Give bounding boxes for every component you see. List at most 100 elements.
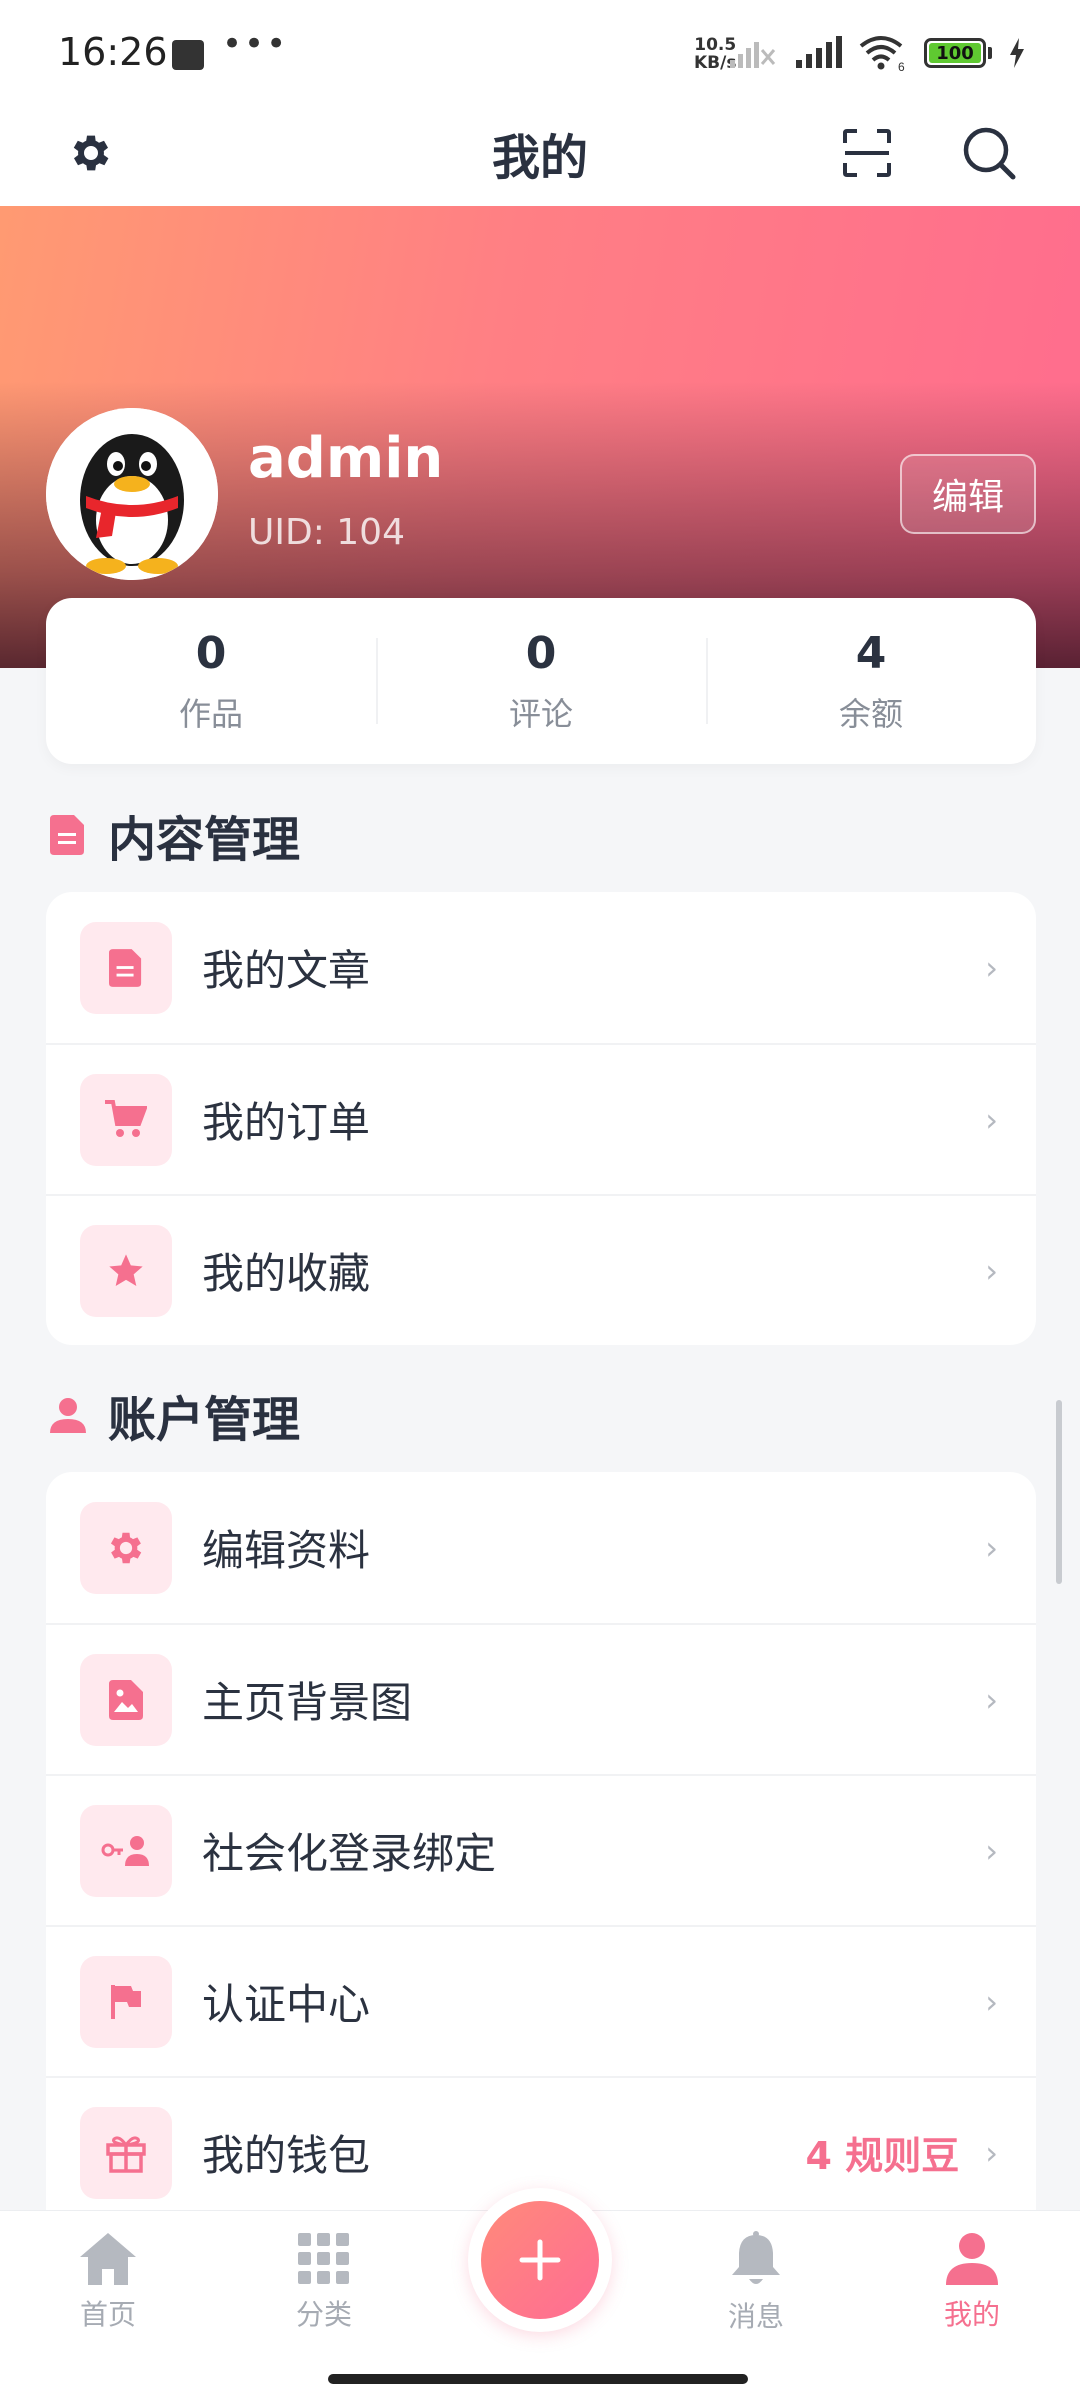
stat-value: 0 [195, 627, 227, 679]
menu-item-label: 我的钱包 [202, 2131, 371, 2180]
row-icon-box [80, 1804, 172, 1897]
battery-indicator: 100 [924, 38, 992, 68]
section-account-management: 账户管理 [50, 1380, 300, 1450]
row-icon-box [80, 1501, 172, 1594]
menu-item-label: 认证中心 [202, 1980, 371, 2029]
menu-item-my-favorites[interactable]: 我的收藏 › [46, 1194, 1036, 1345]
row-icon-box [80, 2106, 172, 2199]
chevron-right-icon: › [985, 1831, 998, 1870]
row-icon-box [80, 1224, 172, 1317]
username: admin [248, 426, 444, 491]
section-title: 内容管理 [108, 812, 301, 868]
stat-balance[interactable]: 4 余额 [706, 598, 1036, 764]
nav-label: 首页 [79, 2298, 136, 2331]
nav-me[interactable]: 我的 [892, 2231, 1052, 2333]
charging-icon [1010, 38, 1024, 68]
menu-item-label: 编辑资料 [202, 1526, 371, 1575]
user-icon [50, 1398, 86, 1433]
row-icon-box [80, 921, 172, 1014]
nav-label: 我的 [943, 2298, 1000, 2331]
menu-item-homepage-background[interactable]: 主页背景图 › [46, 1623, 1036, 1774]
search-button[interactable] [954, 118, 1024, 188]
nav-label: 分类 [295, 2298, 352, 2331]
page-title: 我的 [491, 130, 588, 186]
chevron-right-icon: › [985, 1528, 998, 1567]
scan-icon [843, 129, 891, 177]
wallet-balance: 4 规则豆 [805, 2134, 960, 2178]
stat-comments[interactable]: 0 评论 [376, 598, 706, 764]
scan-button[interactable] [832, 118, 902, 188]
status-icons: 6 100 [728, 34, 1026, 72]
content-menu-card: 我的文章 › 我的订单 › 我的收藏 › [46, 892, 1036, 1345]
section-title: 账户管理 [108, 1392, 301, 1448]
avatar[interactable] [46, 408, 218, 580]
section-content-management: 内容管理 [50, 800, 300, 870]
stat-label: 作品 [178, 694, 243, 733]
menu-item-label: 主页背景图 [202, 1678, 413, 1727]
chevron-right-icon: › [985, 1680, 998, 1719]
chevron-right-icon: › [985, 1100, 998, 1139]
user-icon [946, 2233, 998, 2285]
notification-icon [172, 40, 204, 70]
stat-value: 0 [525, 627, 557, 679]
flag-icon [111, 1984, 141, 2019]
star-icon [109, 1253, 143, 1286]
document-icon [109, 948, 142, 987]
menu-item-edit-profile[interactable]: 编辑资料 › [46, 1472, 1036, 1623]
app-header: 我的 [0, 100, 1080, 206]
menu-item-verification-center[interactable]: 认证中心 › [46, 1925, 1036, 2076]
cart-icon [105, 1099, 147, 1137]
menu-item-label: 我的收藏 [202, 1249, 371, 1298]
chevron-right-icon: › [985, 948, 998, 987]
menu-item-social-login-binding[interactable]: 社会化登录绑定 › [46, 1774, 1036, 1925]
stat-works[interactable]: 0 作品 [46, 598, 376, 764]
stat-label: 余额 [838, 694, 903, 733]
row-icon-box [80, 1653, 172, 1746]
menu-item-my-orders[interactable]: 我的订单 › [46, 1043, 1036, 1194]
scrollbar[interactable] [1056, 1400, 1062, 1584]
menu-item-label: 我的文章 [202, 946, 371, 995]
chevron-right-icon: › [985, 1982, 998, 2021]
create-post-button[interactable] [468, 2188, 612, 2332]
nav-category[interactable]: 分类 [244, 2231, 404, 2333]
search-icon [963, 127, 1016, 180]
stats-card: 0 作品 0 评论 4 余额 [46, 598, 1036, 764]
gift-icon [106, 2135, 146, 2173]
signal-off-icon [730, 42, 776, 68]
chevron-right-icon: › [985, 1251, 998, 1290]
penguin-avatar-icon [46, 408, 218, 580]
plus-icon [519, 2239, 561, 2281]
nav-messages[interactable]: 消息 [676, 2231, 836, 2335]
gear-icon [110, 1532, 142, 1563]
row-icon-box [80, 1955, 172, 2048]
row-icon-box [80, 1073, 172, 1166]
battery-body: 100 [924, 38, 986, 68]
menu-item-my-articles[interactable]: 我的文章 › [46, 892, 1036, 1043]
status-bar: 16:26 ••• 10.5 KB/s 6 100 [0, 0, 1080, 100]
battery-cap [988, 47, 992, 59]
nav-home[interactable]: 首页 [28, 2231, 188, 2333]
wifi-badge: 6 [898, 60, 905, 72]
chevron-right-icon: › [985, 2133, 998, 2172]
stat-label: 评论 [508, 694, 573, 733]
home-icon [80, 2233, 136, 2285]
key-user-icon [101, 1835, 149, 1866]
home-indicator[interactable] [328, 2374, 748, 2384]
edit-profile-button[interactable]: 编辑 [900, 454, 1036, 534]
bell-icon [732, 2231, 780, 2284]
more-notifications-icon: ••• [222, 24, 289, 64]
user-id: UID: 104 [248, 512, 405, 553]
wifi-icon: 6 [859, 36, 905, 72]
stat-value: 4 [855, 627, 887, 679]
menu-item-label: 我的订单 [202, 1098, 371, 1147]
status-time: 16:26 [58, 30, 168, 74]
fab-circle [481, 2201, 599, 2319]
image-icon [109, 1679, 143, 1720]
document-icon [50, 815, 84, 855]
menu-item-label: 社会化登录绑定 [202, 1829, 497, 1878]
account-menu-card: 编辑资料 › 主页背景图 › 社会化登录绑定 › 认证中心 › 我的钱包 4 规… [46, 1472, 1036, 2220]
grid-icon [298, 2233, 349, 2284]
signal-icon [796, 36, 842, 68]
nav-label: 消息 [727, 2300, 784, 2333]
battery-level: 100 [936, 42, 974, 64]
